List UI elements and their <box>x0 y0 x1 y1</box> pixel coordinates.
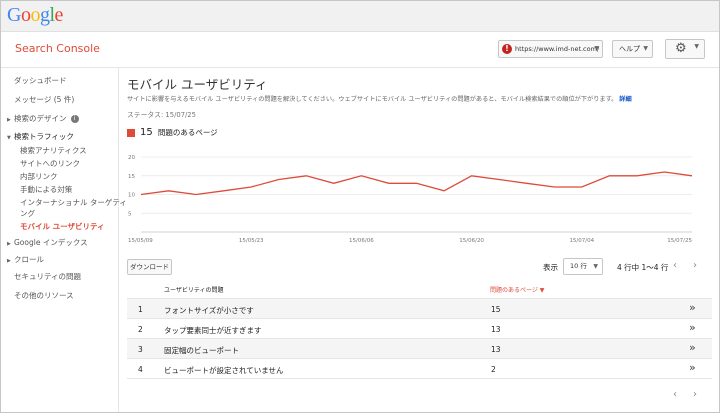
info-icon[interactable]: i <box>70 115 79 123</box>
help-button[interactable]: ヘルプ ▼ <box>612 40 653 58</box>
y-tick-label: 20 <box>128 155 135 161</box>
sidebar-item-search-traffic[interactable]: ▼ 検索トラフィック <box>7 131 74 142</box>
y-tick-label: 5 <box>128 211 132 217</box>
rows-per-page-select[interactable]: 10 行 ▼ <box>563 258 603 275</box>
logo-letter: o <box>20 4 31 26</box>
page-description: サイトに影響を与えるモバイル ユーザビリティの問題を解決してください。ウェブサイ… <box>127 94 632 103</box>
page-title: モバイル ユーザビリティ <box>127 77 268 92</box>
next-page-icon-bottom[interactable]: › <box>693 388 697 402</box>
sidebar-item-label: Google インデックス <box>14 238 88 247</box>
sidebar-item-messages[interactable]: メッセージ (5 件) <box>14 94 74 105</box>
legend-swatch <box>127 128 135 137</box>
sidebar-item-label: 検索のデザイン <box>14 114 67 123</box>
sidebar-item-manual-actions[interactable]: 手動による対策 <box>20 184 72 195</box>
gear-icon: ⚙ <box>675 41 687 56</box>
row-details-icon[interactable]: » <box>689 362 696 374</box>
row-index: 2 <box>138 325 143 334</box>
row-index: 4 <box>138 365 143 374</box>
sidebar-item-links-to-site[interactable]: サイトへのリンク <box>20 158 80 169</box>
logo-letter: o <box>30 4 40 26</box>
download-button[interactable]: ダウンロード <box>127 259 172 275</box>
sidebar-item-search-appearance[interactable]: ▶ 検索のデザイン i <box>7 113 79 124</box>
expand-arrow-icon: ▶ <box>7 258 11 264</box>
sidebar-item-other-resources[interactable]: その他のリソース <box>14 290 74 301</box>
chart-legend: 15 問題のあるページ <box>127 122 218 141</box>
row-index: 3 <box>138 345 143 354</box>
sidebar-item-google-index[interactable]: ▶ Google インデックス <box>7 237 88 248</box>
chevron-down-icon: ▼ <box>594 45 599 52</box>
x-tick-label: 15/06/06 <box>349 238 374 244</box>
sidebar-item-mobile-usability[interactable]: モバイル ユーザビリティ <box>20 221 105 232</box>
chevron-down-icon: ▼ <box>694 43 699 50</box>
row-page-count: 2 <box>491 365 496 374</box>
logo-letter: G <box>7 4 21 26</box>
sidebar-item-crawl[interactable]: ▶ クロール <box>7 254 44 265</box>
warning-icon: ! <box>502 44 512 54</box>
row-issue-name[interactable]: タップ要素同士が近すぎます <box>164 325 262 336</box>
sidebar-item-label: クロール <box>14 255 44 264</box>
app-header: Search Console ! https://www.imd-net.com… <box>1 32 719 68</box>
table-row[interactable]: 1 フォントサイズが小さです 15 » <box>127 298 712 318</box>
sidebar-item-international-targeting[interactable]: インターナショナル ターゲティ <box>20 197 127 208</box>
row-page-count: 15 <box>491 305 501 314</box>
google-bar: Google <box>1 1 719 32</box>
rows-per-page-label: 表示 <box>543 263 558 272</box>
collapse-arrow-icon: ▼ <box>7 135 11 141</box>
logo-letter: g <box>39 4 50 26</box>
column-header-issue[interactable]: ユーザビリティの問題 <box>164 285 224 294</box>
chevron-down-icon: ▼ <box>643 45 648 52</box>
prev-page-icon-bottom[interactable]: ‹ <box>673 388 677 402</box>
y-tick-label: 15 <box>128 174 135 180</box>
help-label: ヘルプ <box>619 45 640 53</box>
row-page-count: 13 <box>491 325 501 334</box>
prev-page-icon[interactable]: ‹ <box>673 259 677 273</box>
row-page-count: 13 <box>491 345 501 354</box>
legend-label: 問題のあるページ <box>157 128 218 137</box>
logo-letter: e <box>54 4 64 26</box>
expand-arrow-icon: ▶ <box>7 241 11 247</box>
status-date: ステータス: 15/07/25 <box>127 111 196 119</box>
table-bottom-divider <box>127 378 712 379</box>
x-tick-label: 15/05/09 <box>128 238 153 244</box>
y-tick-label: 10 <box>128 193 135 199</box>
sidebar-item-dashboard[interactable]: ダッシュボード <box>14 75 67 86</box>
row-issue-name[interactable]: 固定幅のビューポート <box>164 345 239 356</box>
x-tick-label: 15/06/20 <box>459 238 484 244</box>
row-details-icon[interactable]: » <box>689 342 696 354</box>
chevron-down-icon: ▼ <box>593 263 598 270</box>
table-header: ユーザビリティの問題 問題のあるページ ▼ <box>127 281 712 297</box>
site-selector[interactable]: ! https://www.imd-net.com/ ▼ <box>498 40 603 58</box>
x-tick-label: 15/07/25 <box>667 238 692 244</box>
row-details-icon[interactable]: » <box>689 302 696 314</box>
pagination-range: 4 行中 1〜4 行 <box>617 263 669 272</box>
table-row[interactable]: 2 タップ要素同士が近すぎます 13 » <box>127 318 712 338</box>
rows-per-page-value: 10 行 <box>570 262 587 270</box>
more-info-link[interactable]: 詳細 <box>619 96 631 103</box>
table-row[interactable]: 3 固定幅のビューポート 13 » <box>127 338 712 358</box>
legend-count: 15 <box>140 127 153 138</box>
sidebar-item-international-targeting-cont[interactable]: ング <box>20 208 35 219</box>
table-row[interactable]: 4 ビューポートが設定されていません 2 » <box>127 358 712 378</box>
description-text: サイトに影響を与えるモバイル ユーザビリティの問題を解決してください。ウェブサイ… <box>127 96 618 103</box>
row-issue-name[interactable]: ビューポートが設定されていません <box>164 365 284 376</box>
site-url: https://www.imd-net.com/ <box>515 45 600 53</box>
column-header-pages[interactable]: 問題のあるページ ▼ <box>490 285 544 294</box>
sidebar-item-security-issues[interactable]: セキュリティの問題 <box>14 271 81 282</box>
expand-arrow-icon: ▶ <box>7 117 11 123</box>
row-details-icon[interactable]: » <box>689 322 696 334</box>
sidebar-item-search-analytics[interactable]: 検索アナリティクス <box>20 145 87 156</box>
sidebar: ダッシュボード メッセージ (5 件) ▶ 検索のデザイン i ▼ 検索トラフィック … <box>1 68 127 412</box>
x-tick-label: 15/05/23 <box>239 238 264 244</box>
google-logo[interactable]: Google <box>7 4 63 27</box>
sidebar-item-label: 検索トラフィック <box>14 132 74 141</box>
settings-button[interactable]: ⚙ ▼ <box>665 39 705 59</box>
row-index: 1 <box>138 305 143 314</box>
app-title[interactable]: Search Console <box>15 42 100 55</box>
row-issue-name[interactable]: フォントサイズが小さです <box>164 305 254 316</box>
sidebar-item-internal-links[interactable]: 内部リンク <box>20 171 58 182</box>
issues-line-chart: 20 15 10 5 15/05/09 15/05/23 15/06/06 15/06/20 1… <box>128 155 692 244</box>
x-tick-label: 15/07/04 <box>569 238 594 244</box>
next-page-icon[interactable]: › <box>693 259 697 273</box>
